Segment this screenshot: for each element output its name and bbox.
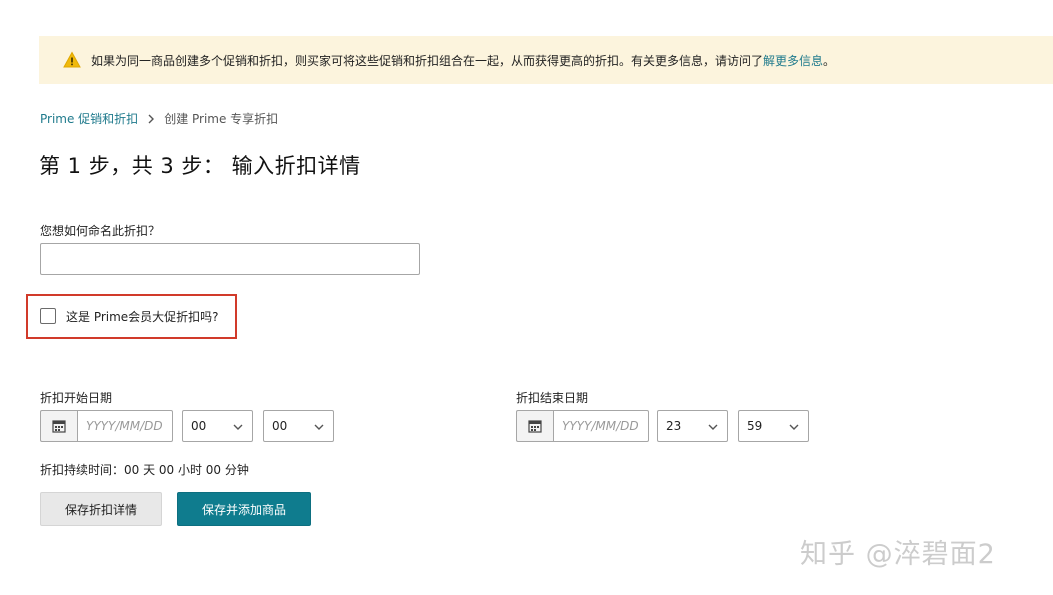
- end-minute-select[interactable]: 59: [738, 410, 809, 442]
- prime-day-checkbox-label[interactable]: 这是 Prime会员大促折扣吗?: [66, 308, 219, 325]
- chevron-down-icon: [789, 424, 799, 430]
- start-minute-value: 00: [272, 419, 288, 433]
- chevron-down-icon: [314, 424, 324, 430]
- discount-name-input[interactable]: [40, 243, 420, 275]
- calendar-icon: [52, 420, 66, 433]
- calendar-icon: [528, 420, 542, 433]
- start-date-input[interactable]: YYYY/MM/DD: [77, 410, 173, 442]
- save-discount-details-button[interactable]: 保存折扣详情: [40, 492, 162, 526]
- prime-day-checkbox[interactable]: [40, 308, 56, 324]
- save-and-add-products-button[interactable]: 保存并添加商品: [177, 492, 311, 526]
- end-hour-value: 23: [666, 419, 682, 433]
- end-date-input[interactable]: YYYY/MM/DD: [553, 410, 649, 442]
- learn-more-link[interactable]: 解更多信息: [763, 52, 823, 69]
- start-calendar-button[interactable]: [40, 410, 77, 442]
- alert-text: 如果为同一商品创建多个促销和折扣，则买家可将这些促销和折扣组合在一起，从而获得更…: [91, 53, 764, 68]
- watermark: 知乎 @淬碧面2: [800, 539, 996, 570]
- warning-icon: [63, 51, 81, 68]
- start-hour-value: 00: [191, 419, 207, 433]
- discount-name-label: 您想如何命名此折扣？: [40, 224, 161, 238]
- end-date-label: 折扣结束日期: [516, 391, 589, 405]
- start-hour-select[interactable]: 00: [182, 410, 253, 442]
- breadcrumb: Prime 促销和折扣 创建 Prime 专享折扣: [40, 110, 278, 127]
- discount-duration-text: 折扣持续时间：00 天 00 小时 00 分钟: [40, 463, 249, 477]
- end-calendar-button[interactable]: [516, 410, 553, 442]
- breadcrumb-prime-promotions[interactable]: Prime 促销和折扣: [40, 110, 138, 127]
- chevron-down-icon: [708, 424, 718, 430]
- breadcrumb-current: 创建 Prime 专享折扣: [164, 112, 279, 126]
- page-title: 第 1 步，共 3 步： 输入折扣详情: [39, 154, 361, 178]
- alert-suffix: 。: [823, 53, 836, 68]
- end-minute-value: 59: [747, 419, 763, 433]
- start-date-label: 折扣开始日期: [40, 391, 113, 405]
- end-hour-select[interactable]: 23: [657, 410, 728, 442]
- start-minute-select[interactable]: 00: [263, 410, 334, 442]
- chevron-right-icon: [148, 114, 155, 123]
- info-alert-banner: 如果为同一商品创建多个促销和折扣，则买家可将这些促销和折扣组合在一起，从而获得更…: [39, 36, 1053, 84]
- chevron-down-icon: [233, 424, 243, 430]
